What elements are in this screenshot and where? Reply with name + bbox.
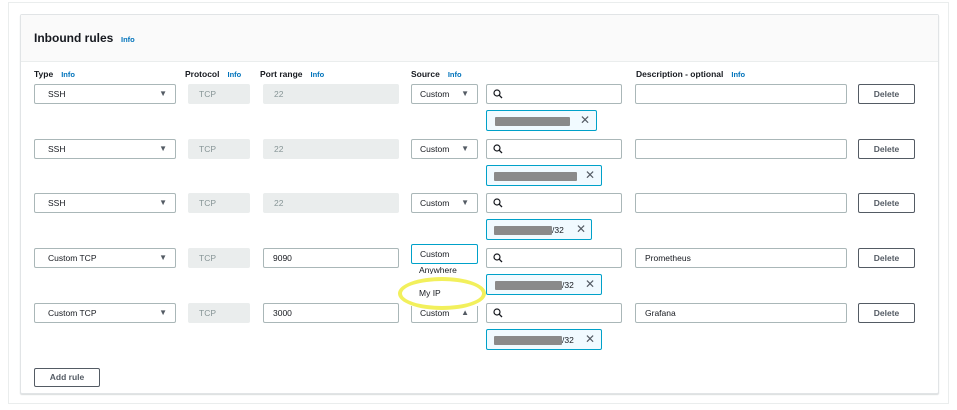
source-select[interactable]: Custom ▼ <box>411 139 478 159</box>
port-range-input[interactable]: 3000 <box>263 303 399 323</box>
source-token: /32 ✕ <box>486 274 602 295</box>
port-range-info-link[interactable]: Info <box>311 70 325 79</box>
type-select[interactable]: Custom TCP ▼ <box>34 303 176 323</box>
search-icon <box>493 198 503 208</box>
protocol-field: TCP <box>188 193 250 213</box>
redacted-ip <box>494 226 552 235</box>
source-search-input[interactable] <box>486 139 622 159</box>
source-select[interactable]: Custom ▼ <box>411 84 478 104</box>
column-header-description: Description - optional Info <box>636 69 746 79</box>
protocol-field: TCP <box>188 139 250 159</box>
delete-rule-button[interactable]: Delete <box>858 303 915 323</box>
search-icon <box>493 253 503 263</box>
caret-down-icon: ▼ <box>461 198 469 207</box>
source-select[interactable]: Custom ▼ <box>411 193 478 213</box>
redacted-ip <box>495 281 562 290</box>
type-select[interactable]: Custom TCP ▼ <box>34 248 176 268</box>
description-input[interactable] <box>635 84 847 104</box>
column-header-protocol: Protocol Info <box>185 69 242 79</box>
port-range-input[interactable]: 9090 <box>263 248 399 268</box>
port-range-field: 22 <box>263 139 399 159</box>
port-range-field: 22 <box>263 193 399 213</box>
close-icon[interactable]: ✕ <box>585 169 595 182</box>
description-input[interactable] <box>635 193 847 213</box>
caret-down-icon: ▼ <box>159 144 167 153</box>
search-icon <box>493 144 503 154</box>
close-icon[interactable]: ✕ <box>585 278 595 291</box>
close-icon[interactable]: ✕ <box>576 223 586 236</box>
source-select-open[interactable]: Custom <box>411 244 478 264</box>
annotation-highlight-circle <box>398 277 486 310</box>
description-input[interactable]: Grafana <box>635 303 847 323</box>
delete-rule-button[interactable]: Delete <box>858 193 915 213</box>
source-token: ✕ <box>486 165 602 186</box>
source-token: /32 ✕ <box>486 219 592 240</box>
port-range-field: 22 <box>263 84 399 104</box>
column-header-port-range: Port range Info <box>260 69 325 79</box>
type-select[interactable]: SSH ▼ <box>34 84 176 104</box>
add-rule-button[interactable]: Add rule <box>34 368 100 387</box>
source-token: ✕ <box>486 110 597 131</box>
type-select[interactable]: SSH ▼ <box>34 139 176 159</box>
source-search-input[interactable] <box>486 248 622 268</box>
type-select[interactable]: SSH ▼ <box>34 193 176 213</box>
description-input[interactable] <box>635 139 847 159</box>
source-search-input[interactable] <box>486 193 622 213</box>
panel-title: Inbound rules <box>34 31 114 45</box>
search-icon <box>493 308 503 318</box>
description-info-link[interactable]: Info <box>731 70 745 79</box>
source-search-input[interactable] <box>486 303 622 323</box>
source-info-link[interactable]: Info <box>448 70 462 79</box>
delete-rule-button[interactable]: Delete <box>858 139 915 159</box>
caret-down-icon: ▼ <box>159 89 167 98</box>
caret-down-icon: ▼ <box>461 89 469 98</box>
source-search-input[interactable] <box>486 84 622 104</box>
source-token: /32 ✕ <box>486 329 602 350</box>
caret-down-icon: ▼ <box>461 144 469 153</box>
column-header-source: Source Info <box>411 69 462 79</box>
panel-header: Inbound rules Info <box>21 15 938 62</box>
caret-down-icon: ▼ <box>159 198 167 207</box>
dropdown-option-anywhere[interactable]: Anywhere <box>419 266 457 274</box>
protocol-field: TCP <box>188 248 250 268</box>
delete-rule-button[interactable]: Delete <box>858 248 915 268</box>
close-icon[interactable]: ✕ <box>585 333 595 346</box>
protocol-info-link[interactable]: Info <box>227 70 241 79</box>
column-header-type: Type Info <box>34 69 75 79</box>
protocol-field: TCP <box>188 303 250 323</box>
close-icon[interactable]: ✕ <box>580 114 590 127</box>
delete-rule-button[interactable]: Delete <box>858 84 915 104</box>
redacted-ip <box>495 117 570 126</box>
panel-info-link[interactable]: Info <box>121 35 135 44</box>
protocol-field: TCP <box>188 84 250 104</box>
search-icon <box>493 89 503 99</box>
caret-down-icon: ▼ <box>159 253 167 262</box>
description-input[interactable]: Prometheus <box>635 248 847 268</box>
caret-down-icon: ▼ <box>159 308 167 317</box>
redacted-ip <box>494 336 562 345</box>
redacted-ip <box>494 172 577 181</box>
type-info-link[interactable]: Info <box>61 70 75 79</box>
